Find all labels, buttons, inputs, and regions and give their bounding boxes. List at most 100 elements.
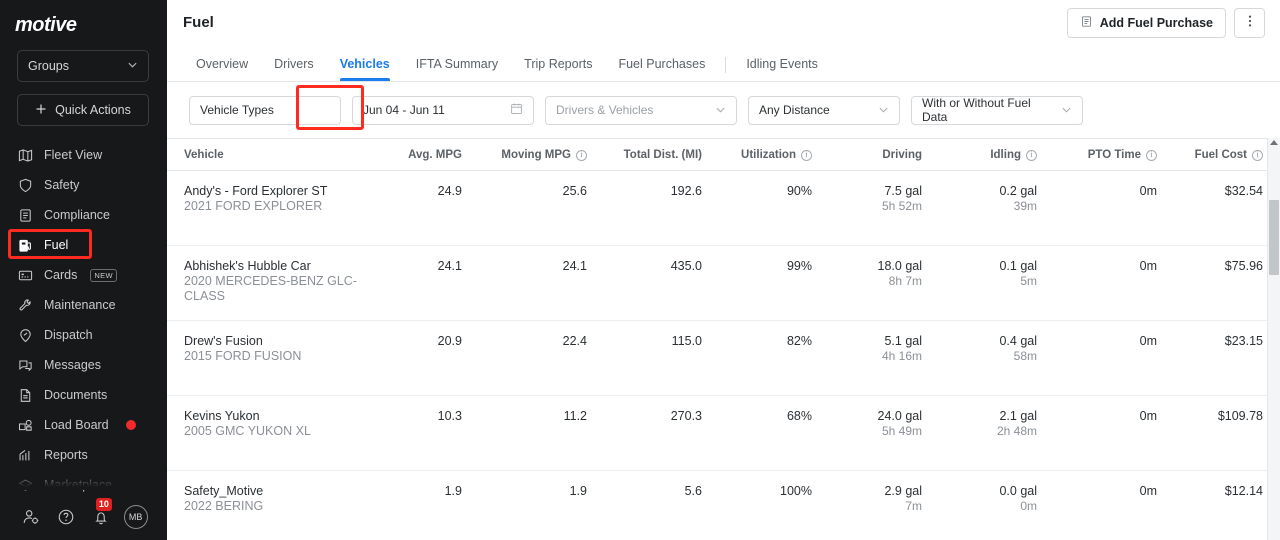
driving-time: 5h 52m — [812, 198, 922, 214]
sidebar-item-documents[interactable]: Documents — [0, 380, 166, 410]
quick-actions-label: Quick Actions — [55, 103, 131, 117]
tab-drivers[interactable]: Drivers — [261, 57, 327, 81]
user-gear-icon[interactable] — [19, 505, 43, 529]
chevron-down-icon — [878, 104, 889, 117]
col-moving-mpg[interactable]: Moving MPGi — [462, 139, 587, 171]
tab-trip-reports[interactable]: Trip Reports — [511, 57, 605, 81]
sidebar-item-messages[interactable]: Messages — [0, 350, 166, 380]
table-row[interactable]: Andy's - Ford Explorer ST 2021 FORD EXPL… — [167, 171, 1280, 246]
info-icon[interactable]: i — [801, 150, 812, 161]
groups-dropdown[interactable]: Groups — [17, 50, 149, 82]
col-driving[interactable]: Driving — [812, 139, 922, 171]
sidebar-item-label: Reports — [44, 448, 88, 462]
sidebar-item-label: Compliance — [44, 208, 110, 222]
cell-vehicle[interactable]: Andy's - Ford Explorer ST 2021 FORD EXPL… — [167, 171, 382, 246]
driving-gal: 18.0 gal — [812, 259, 922, 273]
tab-vehicles[interactable]: Vehicles — [327, 57, 403, 81]
more-vertical-icon — [1248, 13, 1252, 32]
info-icon[interactable]: i — [1252, 150, 1263, 161]
scroll-up-arrow-icon[interactable] — [1270, 140, 1278, 145]
cell-vehicle[interactable]: Kevins Yukon 2005 GMC YUKON XL — [167, 396, 382, 471]
col-avg-mpg[interactable]: Avg. MPG — [382, 139, 462, 171]
sidebar-item-label: Cards — [44, 268, 77, 282]
col-utilization[interactable]: Utilizationi — [702, 139, 812, 171]
sidebar-item-maintenance[interactable]: Maintenance — [0, 290, 166, 320]
sidebar-item-fuel[interactable]: Fuel — [0, 230, 166, 260]
cell-vehicle[interactable]: Drew's Fusion 2015 FORD FUSION — [167, 321, 382, 396]
table-row[interactable]: Safety_Motive 2022 BERING 1.9 1.9 5.6 10… — [167, 471, 1280, 540]
quick-actions-button[interactable]: Quick Actions — [17, 94, 149, 126]
sidebar-item-safety[interactable]: Safety — [0, 170, 166, 200]
cell-pto-time: 0m — [1037, 396, 1157, 471]
motive-logo: motive — [15, 14, 76, 36]
cell-moving-mpg: 1.9 — [462, 471, 587, 540]
col-pto-time[interactable]: PTO Timei — [1037, 139, 1157, 171]
more-options-button[interactable] — [1234, 8, 1265, 38]
info-icon[interactable]: i — [576, 150, 587, 161]
add-fuel-purchase-button[interactable]: Add Fuel Purchase — [1067, 8, 1226, 38]
distance-filter[interactable]: Any Distance — [748, 96, 900, 125]
sidebar-item-fleet-view[interactable]: Fleet View — [0, 140, 166, 170]
sidebar-item-label: Dispatch — [44, 328, 93, 342]
bell-icon[interactable]: 10 — [89, 505, 113, 529]
tab-idling-events[interactable]: Idling Events — [733, 57, 831, 81]
vehicle-desc: 2020 MERCEDES-BENZ GLC-CLASS — [184, 274, 382, 304]
fuel-data-filter[interactable]: With or Without Fuel Data — [911, 96, 1083, 125]
cell-vehicle[interactable]: Abhishek's Hubble Car 2020 MERCEDES-BENZ… — [167, 246, 382, 321]
tab-fuel-purchases[interactable]: Fuel Purchases — [605, 57, 718, 81]
avatar[interactable]: MB — [124, 505, 148, 529]
cell-moving-mpg: 24.1 — [462, 246, 587, 321]
cell-avg-mpg: 24.1 — [382, 246, 462, 321]
cell-total-dist: 435.0 — [587, 246, 702, 321]
idling-time: 5m — [922, 273, 1037, 289]
col-total-dist[interactable]: Total Dist. (MI) — [587, 139, 702, 171]
col-vehicle[interactable]: Vehicle — [167, 139, 382, 171]
cell-driving: 18.0 gal 8h 7m — [812, 246, 922, 321]
sidebar-item-cards[interactable]: Cards NEW — [0, 260, 166, 290]
new-badge: NEW — [90, 269, 117, 282]
col-idling[interactable]: Idlingi — [922, 139, 1037, 171]
load-board-alert-dot — [126, 420, 136, 430]
date-range-value: Jun 04 - Jun 11 — [363, 103, 445, 117]
info-icon[interactable]: i — [1026, 150, 1037, 161]
sidebar-item-label: Safety — [44, 178, 79, 192]
vehicle-desc: 2015 FORD FUSION — [184, 349, 382, 364]
cell-utilization: 100% — [702, 471, 812, 540]
info-icon[interactable]: i — [1146, 150, 1157, 161]
cell-pto-time: 0m — [1037, 171, 1157, 246]
cell-idling: 0.2 gal 39m — [922, 171, 1037, 246]
vehicle-types-filter[interactable]: Vehicle Types — [189, 96, 341, 125]
load-board-icon — [17, 417, 33, 433]
cell-total-dist: 115.0 — [587, 321, 702, 396]
vehicle-name: Safety_Motive — [184, 484, 382, 499]
sidebar-item-reports[interactable]: Reports — [0, 440, 166, 470]
sidebar-item-dispatch[interactable]: Dispatch — [0, 320, 166, 350]
help-circle-icon[interactable] — [54, 505, 78, 529]
sidebar-item-load-board[interactable]: Load Board — [0, 410, 166, 440]
table-row[interactable]: Kevins Yukon 2005 GMC YUKON XL 10.3 11.2… — [167, 396, 1280, 471]
cell-vehicle[interactable]: Safety_Motive 2022 BERING — [167, 471, 382, 540]
vehicle-name: Abhishek's Hubble Car — [184, 259, 382, 274]
sidebar: motive Groups Quick Actions Fleet View — [0, 0, 167, 540]
drivers-vehicles-value: Drivers & Vehicles — [556, 103, 653, 117]
table-scrollbar[interactable] — [1267, 138, 1280, 540]
clipboard-icon — [17, 207, 33, 223]
tab-overview[interactable]: Overview — [183, 57, 261, 81]
cell-fuel-cost: $12.14 — [1157, 471, 1280, 540]
table-row[interactable]: Abhishek's Hubble Car 2020 MERCEDES-BENZ… — [167, 246, 1280, 321]
sidebar-item-compliance[interactable]: Compliance — [0, 200, 166, 230]
tab-ifta-summary[interactable]: IFTA Summary — [403, 57, 511, 81]
table-row[interactable]: Drew's Fusion 2015 FORD FUSION 20.9 22.4… — [167, 321, 1280, 396]
vehicle-name: Drew's Fusion — [184, 334, 382, 349]
idling-gal: 0.2 gal — [922, 184, 1037, 198]
clipboard-icon — [1080, 15, 1093, 31]
scrollbar-thumb[interactable] — [1269, 200, 1279, 275]
cell-moving-mpg: 11.2 — [462, 396, 587, 471]
cell-idling: 2.1 gal 2h 48m — [922, 396, 1037, 471]
cell-total-dist: 270.3 — [587, 396, 702, 471]
vehicle-name: Andy's - Ford Explorer ST — [184, 184, 382, 199]
cell-avg-mpg: 1.9 — [382, 471, 462, 540]
drivers-vehicles-filter[interactable]: Drivers & Vehicles — [545, 96, 737, 125]
date-range-filter[interactable]: Jun 04 - Jun 11 — [352, 96, 534, 125]
col-fuel-cost[interactable]: Fuel Costi — [1157, 139, 1280, 171]
